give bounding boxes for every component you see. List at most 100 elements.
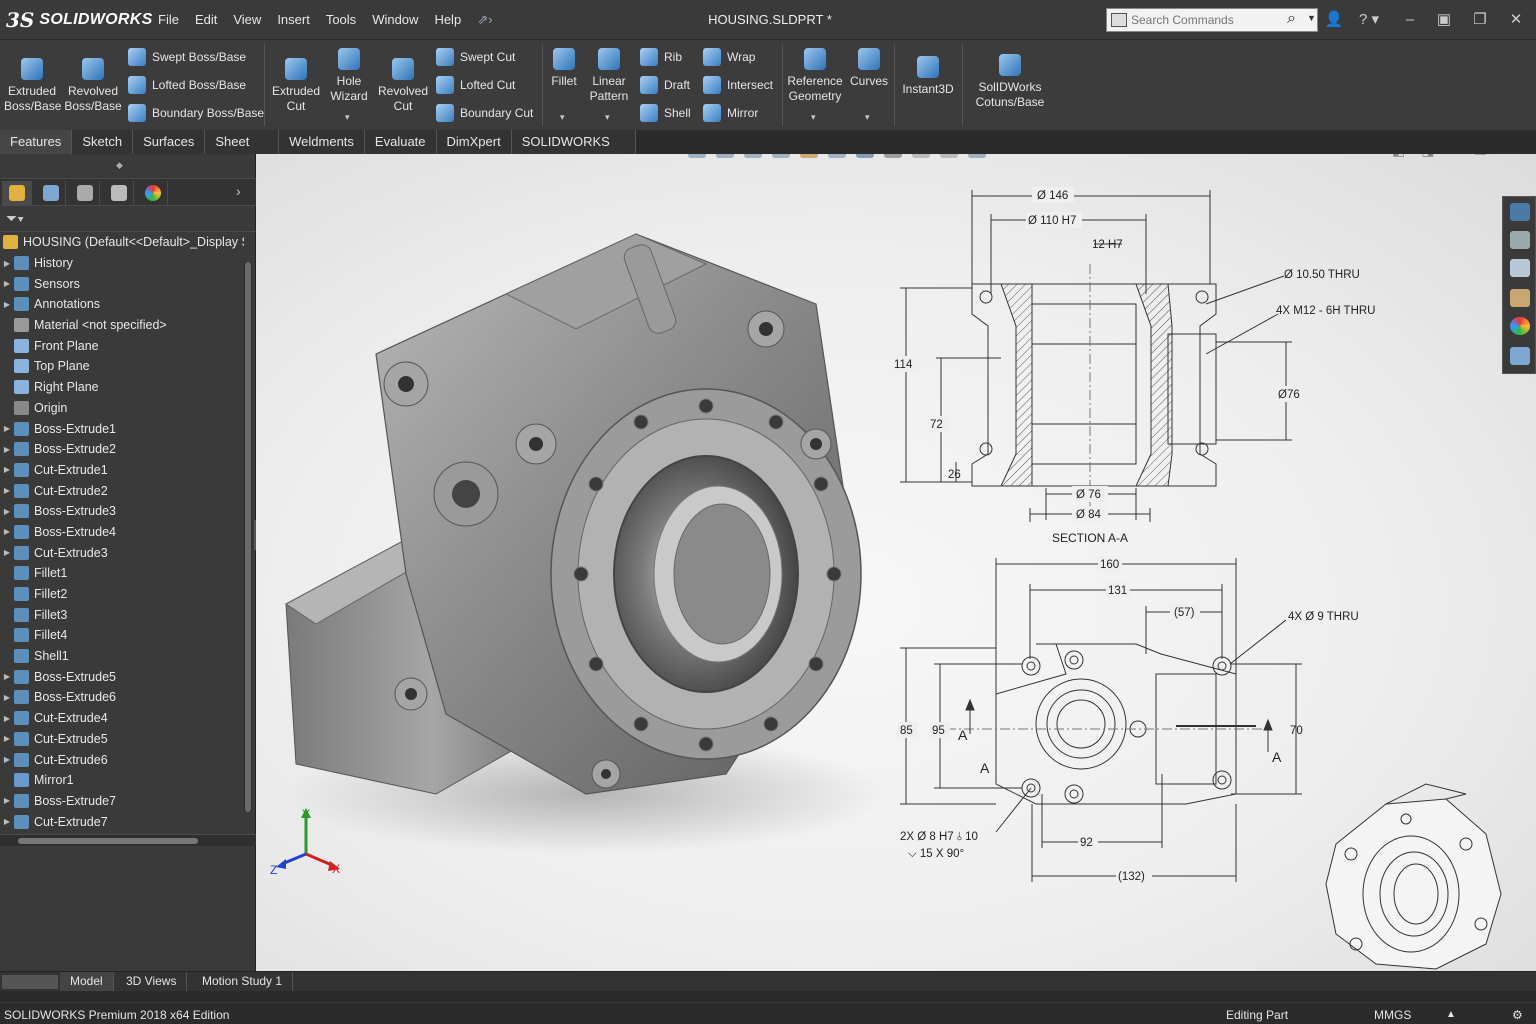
search-input[interactable]	[1131, 11, 1283, 29]
tree-item[interactable]: ▶ Boss-Extrude6	[0, 687, 244, 708]
tree-item[interactable]: Fillet2	[0, 584, 244, 605]
tree-item[interactable]: Mirror1	[0, 770, 244, 791]
filter-icon[interactable]: ⏷▾	[6, 210, 24, 227]
tree-item[interactable]: ▶ Boss-Extrude1	[0, 418, 244, 439]
draft-button[interactable]: Draft	[640, 74, 690, 96]
edit-appearance-icon[interactable]	[912, 154, 930, 158]
tab-display-manager[interactable]	[138, 181, 168, 205]
scrollbar-thumb[interactable]	[18, 838, 198, 844]
tree-item[interactable]: ▶ Cut-Extrude7	[0, 811, 244, 832]
tree-item[interactable]: ▶ Cut-Extrude2	[0, 480, 244, 501]
expand-arrow-icon[interactable]: ▶	[0, 755, 14, 764]
tab-property-manager[interactable]	[36, 181, 66, 205]
tree-item[interactable]: ▶ Cut-Extrude6	[0, 749, 244, 770]
viewport-minimize-icon[interactable]: –	[1450, 154, 1458, 159]
tab-features[interactable]: Features	[0, 130, 73, 154]
tree-horizontal-scrollbar[interactable]	[0, 834, 256, 846]
menu-insert[interactable]: Insert	[269, 0, 318, 40]
close-icon[interactable]: ✕	[1504, 0, 1528, 40]
tab-dimxpert-manager[interactable]	[104, 181, 134, 205]
tree-item[interactable]: Fillet1	[0, 563, 244, 584]
menu-help[interactable]: Help	[426, 0, 469, 40]
linear-pattern-button[interactable]: Linear Pattern	[586, 48, 632, 104]
wrap-button[interactable]: Wrap	[703, 46, 755, 68]
dynamic-annotation-icon[interactable]	[800, 154, 818, 158]
section-view-icon[interactable]	[772, 154, 790, 158]
zoom-to-area-icon[interactable]	[716, 154, 734, 158]
reference-geometry-dropdown-icon[interactable]: ▾	[811, 112, 816, 123]
menu-window[interactable]: Window	[364, 0, 426, 40]
tree-item[interactable]: ▶ Cut-Extrude3	[0, 542, 244, 563]
tree-item[interactable]: Top Plane	[0, 356, 244, 377]
expand-arrow-icon[interactable]: ▶	[0, 734, 14, 743]
expand-arrow-icon[interactable]: ▶	[0, 465, 14, 474]
expand-arrow-icon[interactable]: ▶	[0, 672, 14, 681]
fillet-dropdown-icon[interactable]: ▾	[560, 112, 565, 123]
expand-arrow-icon[interactable]: ▶	[0, 714, 14, 723]
boundary-cut-button[interactable]: Boundary Cut	[436, 102, 533, 124]
addin-button[interactable]: SolIDWorks Cotuns/Base	[968, 54, 1052, 110]
tab-model[interactable]: Model	[60, 972, 114, 992]
tab-weldments[interactable]: Weldments	[279, 130, 365, 154]
hide-show-items-icon[interactable]	[884, 154, 902, 158]
custom-properties-icon[interactable]	[1510, 347, 1530, 365]
tab-sheet-metal[interactable]: Sheet Metal	[205, 130, 280, 173]
appearances-icon[interactable]	[1510, 317, 1530, 335]
menu-edit[interactable]: Edit	[187, 0, 225, 40]
expand-arrow-icon[interactable]: ▶	[0, 693, 14, 702]
status-options-icon[interactable]: ⚙	[1512, 1003, 1523, 1024]
tree-item[interactable]: Material <not specified>	[0, 315, 244, 336]
pin-menu-icon[interactable]: ⇗›	[469, 12, 500, 28]
tree-item[interactable]: ▶ Cut-Extrude4	[0, 708, 244, 729]
menu-file[interactable]: File	[150, 0, 187, 40]
tree-item[interactable]: ▶ Sensors	[0, 273, 244, 294]
expand-arrow-icon[interactable]: ▶	[0, 279, 14, 288]
viewport-restore-icon[interactable]: ❐	[1474, 154, 1487, 159]
tab-addins[interactable]: SOLIDWORKS Add-Ins	[511, 130, 636, 173]
lofted-cut-button[interactable]: Lofted Cut	[436, 74, 515, 96]
hole-wizard-button[interactable]: Hole Wizard	[326, 48, 372, 104]
tab-feature-manager[interactable]	[2, 181, 32, 205]
tab-motion-study-1[interactable]: Motion Study 1	[192, 972, 294, 992]
search-commands[interactable]: ⌕ ▼	[1106, 8, 1318, 32]
menu-view[interactable]: View	[225, 0, 269, 40]
tab-surfaces[interactable]: Surfaces	[133, 130, 206, 154]
tree-root-part[interactable]: HOUSING (Default<<Default>_Display State	[0, 232, 244, 253]
curves-button[interactable]: Curves	[848, 48, 890, 89]
tree-item[interactable]: ▶ Annotations	[0, 294, 244, 315]
units-selector[interactable]: MMGS	[1374, 1003, 1411, 1024]
restore-doc-icon[interactable]: ▣	[1432, 0, 1456, 40]
tab-scroll-arrows[interactable]	[2, 975, 58, 989]
zoom-to-fit-icon[interactable]	[688, 154, 706, 158]
home-icon[interactable]	[1510, 203, 1530, 221]
expand-arrow-icon[interactable]: ▶	[0, 300, 14, 309]
rib-button[interactable]: Rib	[640, 46, 682, 68]
revolved-cut-button[interactable]: Revolved Cut	[376, 58, 430, 114]
tab-configuration-manager[interactable]	[70, 181, 100, 205]
help-icon[interactable]: ? ▾	[1352, 0, 1386, 40]
tree-item[interactable]: Origin	[0, 398, 244, 419]
expand-arrow-icon[interactable]: ▶	[0, 527, 14, 536]
tree-item[interactable]: ▶ Cut-Extrude5	[0, 729, 244, 750]
search-dropdown-icon[interactable]: ▼	[1307, 13, 1316, 23]
tree-item[interactable]: ▶ Boss-Extrude3	[0, 501, 244, 522]
reference-geometry-button[interactable]: Reference Geometry	[786, 48, 844, 104]
expand-arrow-icon[interactable]: ▶	[0, 548, 14, 557]
scrollbar-thumb[interactable]	[245, 262, 251, 812]
lofted-boss-button[interactable]: Lofted Boss/Base	[128, 74, 246, 96]
viewport-split-right-icon[interactable]: ◨	[1421, 154, 1434, 159]
expand-arrow-icon[interactable]: ▶	[0, 259, 14, 268]
user-icon[interactable]: 👤	[1322, 0, 1346, 40]
tree-item[interactable]: Front Plane	[0, 335, 244, 356]
curves-dropdown-icon[interactable]: ▾	[865, 112, 870, 123]
view-orientation-icon[interactable]	[828, 154, 846, 158]
tree-item[interactable]: ▶ Cut-Extrude1	[0, 460, 244, 481]
extruded-cut-button[interactable]: Extruded Cut	[270, 58, 322, 114]
viewport-close-icon[interactable]: ✕	[1503, 154, 1515, 159]
tree-item[interactable]: Right Plane	[0, 377, 244, 398]
previous-view-icon[interactable]	[744, 154, 762, 158]
minimize-icon[interactable]: –	[1398, 0, 1422, 40]
expand-arrow-icon[interactable]: ▶	[0, 486, 14, 495]
swept-cut-button[interactable]: Swept Cut	[436, 46, 515, 68]
tree-item[interactable]: Fillet3	[0, 604, 244, 625]
